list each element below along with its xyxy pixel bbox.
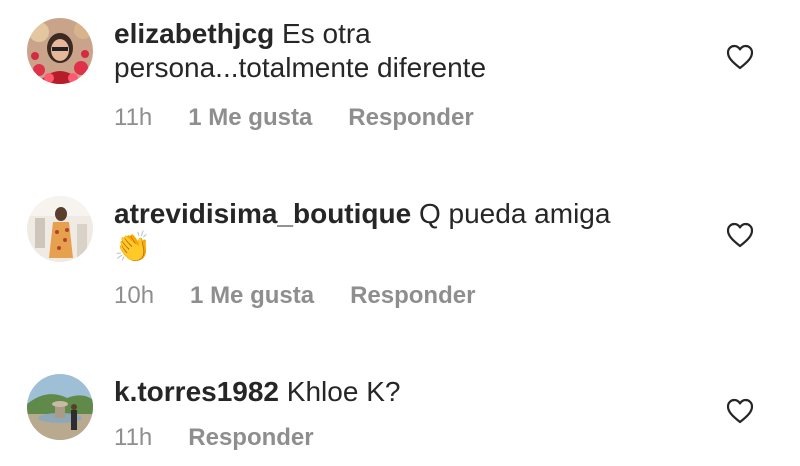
comment-body: elizabethjcg Es otra persona...totalment… <box>114 17 674 85</box>
comment-timestamp: 11h <box>114 424 153 451</box>
comment-text: Khloe K? <box>279 376 401 407</box>
reply-button[interactable]: Responder <box>348 104 473 132</box>
comment-meta: 10h 1 Me gusta Responder <box>114 282 475 310</box>
comment-timestamp: 10h <box>114 282 155 309</box>
comment-username[interactable]: atrevidisima_boutique <box>114 198 411 229</box>
comment-meta: 11h Responder <box>114 424 314 452</box>
comment-timestamp: 11h <box>114 104 153 131</box>
reply-button[interactable]: Responder <box>350 282 475 310</box>
comment-text: Es otra <box>274 18 371 49</box>
avatar[interactable] <box>27 18 93 84</box>
comment-username[interactable]: k.torres1982 <box>114 376 279 407</box>
comment-text-continued: persona...totalmente diferente <box>114 52 487 83</box>
comment-username[interactable]: elizabethjcg <box>114 18 274 49</box>
clapping-hands-emoji: 👏 <box>114 231 152 264</box>
heart-icon[interactable] <box>726 44 754 70</box>
heart-icon[interactable] <box>726 222 754 248</box>
heart-icon[interactable] <box>726 398 754 424</box>
comment-body: k.torres1982 Khloe K? <box>114 375 674 409</box>
reply-button[interactable]: Responder <box>188 424 313 452</box>
comment-list: elizabethjcg Es otra persona...totalment… <box>0 0 800 466</box>
comment-body: atrevidisima_boutique Q pueda amiga 👏 <box>114 197 674 265</box>
comment-text: Q pueda amiga <box>411 198 611 229</box>
avatar[interactable] <box>27 374 93 440</box>
comment-likes-count[interactable]: 1 Me gusta <box>190 282 314 310</box>
comment-likes-count[interactable]: 1 Me gusta <box>188 104 312 132</box>
comment-meta: 11h 1 Me gusta Responder <box>114 104 474 132</box>
avatar[interactable] <box>27 196 93 262</box>
